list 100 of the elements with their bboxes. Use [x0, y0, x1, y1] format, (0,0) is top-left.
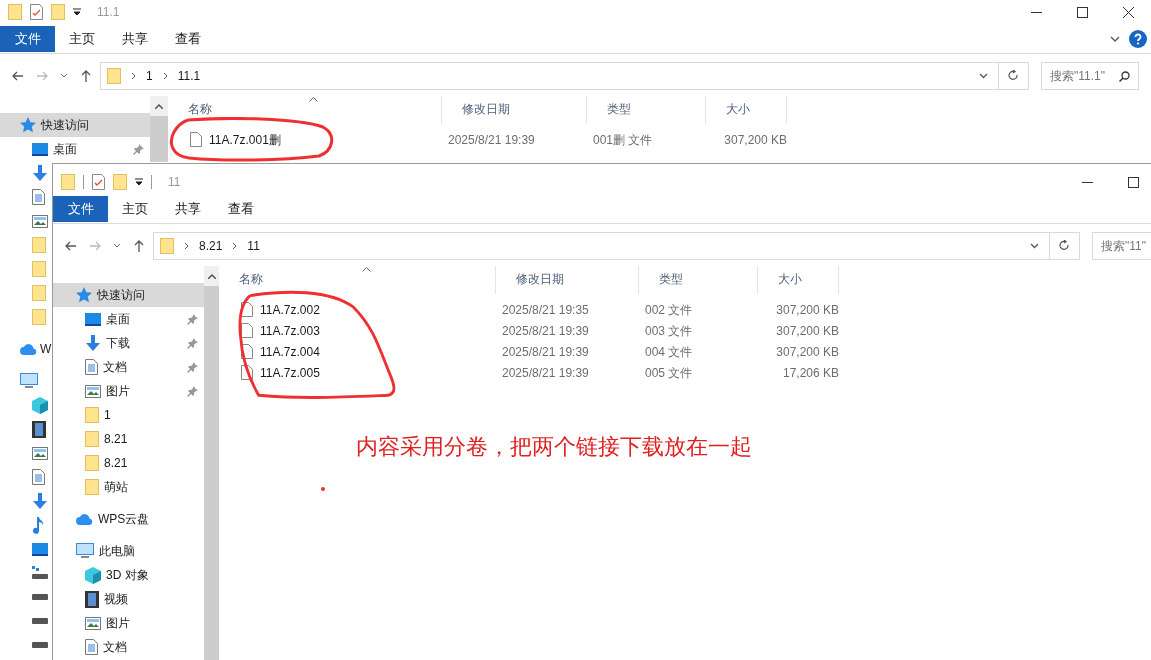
properties-icon[interactable]	[92, 174, 105, 190]
address-dropdown-icon[interactable]	[1030, 243, 1039, 249]
search-field[interactable]: 搜索"11.1"	[1050, 67, 1119, 85]
sidebar-item[interactable]: 快速访问	[53, 283, 204, 307]
ribbon-tab[interactable]: 文件	[0, 26, 55, 52]
down-arrow-icon	[32, 493, 48, 509]
file-row[interactable]: 11A.7z.003 2025/8/21 19:39 003 文件 307,200 KB	[219, 320, 1151, 341]
column-header[interactable]: 类型	[639, 266, 758, 294]
breadcrumb-chevron-icon[interactable]	[184, 242, 189, 250]
address-dropdown-icon[interactable]	[979, 73, 988, 79]
file-icon	[190, 132, 202, 147]
drive-icon	[32, 618, 48, 624]
file-date: 2025/8/21 19:39	[501, 364, 590, 382]
ribbon-tab[interactable]: 查看	[214, 196, 267, 222]
column-header[interactable]: 名称	[219, 266, 496, 294]
back-arrow-icon[interactable]	[65, 240, 77, 252]
desktop-icon	[85, 312, 101, 326]
back-arrow-icon[interactable]	[12, 70, 24, 82]
sidebar-item[interactable]: 8.21	[53, 451, 204, 475]
file-row[interactable]: 11A.7z.001删 2025/8/21 19:39 001删 文件 307,200 KB	[168, 129, 1151, 150]
sidebar-item[interactable]: 快速访问	[0, 113, 150, 137]
properties-icon[interactable]	[30, 4, 43, 20]
sidebar-item[interactable]: 此电脑	[53, 539, 204, 563]
sidebar-item[interactable]: 图片	[53, 379, 204, 403]
film-icon	[32, 420, 46, 438]
sidebar-item[interactable]: 视频	[53, 587, 204, 611]
up-arrow-icon[interactable]	[80, 70, 92, 82]
folder-icon	[160, 238, 174, 254]
file-size: 307,200 KB	[775, 322, 839, 340]
scrollbar[interactable]	[204, 266, 219, 660]
ribbon-tab[interactable]: 共享	[108, 26, 161, 52]
help-icon[interactable]	[1129, 30, 1147, 48]
sidebar-item[interactable]: 萌站	[53, 475, 204, 499]
file-row[interactable]: 11A.7z.004 2025/8/21 19:39 004 文件 307,200 KB	[219, 341, 1151, 362]
file-type: 001删 文件	[592, 131, 654, 149]
breadcrumb-chevron-icon[interactable]	[232, 242, 238, 250]
sidebar-item[interactable]: 1	[53, 403, 204, 427]
picture-icon	[85, 616, 101, 630]
document-icon	[32, 469, 45, 485]
file-size: 307,200 KB	[775, 343, 839, 361]
column-header[interactable]: 修改日期	[496, 266, 639, 294]
refresh-button[interactable]	[999, 62, 1029, 90]
file-icon	[241, 344, 253, 359]
sidebar-item[interactable]: W	[0, 337, 52, 361]
search-field[interactable]: 搜索"11"	[1101, 237, 1151, 255]
recent-dropdown-icon[interactable]	[60, 73, 68, 79]
ribbon-tab[interactable]: 文件	[53, 196, 108, 222]
scroll-up-icon[interactable]	[155, 103, 163, 109]
folder-icon	[85, 407, 99, 423]
ink-dot-icon	[321, 487, 325, 491]
breadcrumb[interactable]: 11.1	[177, 67, 201, 85]
sidebar-item[interactable]: 桌面	[53, 307, 204, 331]
sidebar-item[interactable]: 文档	[53, 635, 204, 659]
refresh-button[interactable]	[1050, 232, 1080, 260]
column-header[interactable]: 大小	[758, 266, 839, 294]
address-bar[interactable]: 1 11.1	[100, 62, 999, 90]
sidebar-item[interactable]: 文档	[53, 355, 204, 379]
ribbon-tab[interactable]: 查看	[161, 26, 214, 52]
ribbon-tab[interactable]: 主页	[55, 26, 108, 52]
music-note-icon	[32, 516, 44, 534]
file-size: 307,200 KB	[775, 301, 839, 319]
breadcrumb-chevron-icon[interactable]	[162, 72, 168, 80]
column-header[interactable]: 大小	[706, 96, 787, 124]
up-arrow-icon[interactable]	[133, 240, 145, 252]
scroll-up-icon[interactable]	[207, 273, 216, 279]
file-name: 11A.7z.002	[260, 301, 320, 319]
close-icon	[1122, 6, 1134, 18]
breadcrumb[interactable]: 11	[247, 237, 260, 255]
folder-icon	[85, 479, 99, 495]
document-icon	[85, 359, 98, 375]
ribbon-tab[interactable]: 共享	[161, 196, 214, 222]
ribbon-tab[interactable]: 主页	[108, 196, 161, 222]
column-header[interactable]: 名称	[168, 96, 442, 124]
sidebar-item[interactable]: 8.21	[53, 427, 204, 451]
column-header[interactable]: 修改日期	[442, 96, 587, 124]
sidebar-item[interactable]: 桌面	[0, 137, 150, 161]
sidebar-item[interactable]: 图片	[53, 611, 204, 635]
file-row[interactable]: 11A.7z.005 2025/8/21 19:39 005 文件 17,206 KB	[219, 362, 1151, 383]
breadcrumb[interactable]: 1	[146, 67, 153, 85]
search-box[interactable]: 搜索"11.1"	[1041, 62, 1139, 90]
column-header[interactable]: 类型	[587, 96, 706, 124]
file-name: 11A.7z.001删	[209, 131, 281, 149]
sidebar-item[interactable]: 下载	[53, 331, 204, 355]
recent-dropdown-icon[interactable]	[113, 243, 121, 249]
refresh-icon	[1008, 70, 1019, 82]
file-icon	[241, 365, 253, 380]
sort-caret-icon	[309, 97, 318, 102]
address-bar[interactable]: 8.21 11	[153, 232, 1050, 260]
breadcrumb[interactable]: 8.21	[199, 237, 223, 255]
search-box[interactable]: 搜索"11"	[1092, 232, 1151, 260]
sidebar-item[interactable]: WPS云盘	[53, 507, 204, 531]
minimize-icon	[1081, 181, 1093, 183]
annotation-text: 内容采用分卷，把两个链接下载放在一起	[356, 433, 752, 461]
dropdown-icon[interactable]	[73, 8, 81, 16]
pin-icon	[133, 143, 144, 155]
sidebar-item[interactable]: 3D 对象	[53, 563, 204, 587]
scrollbar[interactable]	[150, 96, 168, 162]
breadcrumb-chevron-icon[interactable]	[131, 72, 136, 80]
dropdown-icon[interactable]	[135, 178, 143, 186]
file-row[interactable]: 11A.7z.002 2025/8/21 19:35 002 文件 307,200 KB	[219, 299, 1151, 320]
